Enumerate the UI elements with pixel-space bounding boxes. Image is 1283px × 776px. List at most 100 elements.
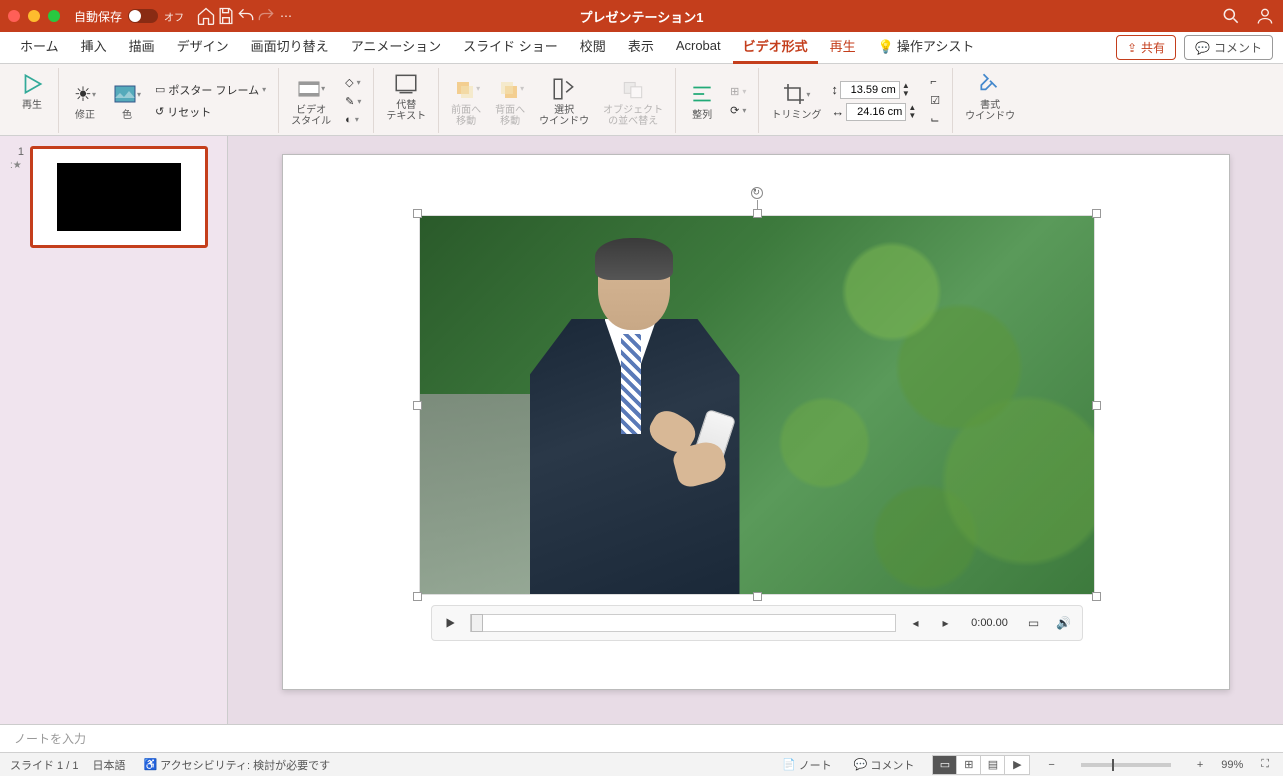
tab-animations[interactable]: アニメーション (341, 32, 451, 64)
crop-button[interactable]: トリミング (767, 78, 825, 123)
reorder-objects-button: オブジェクト の並べ替え (599, 73, 667, 129)
player-play-button[interactable] (440, 613, 460, 633)
zoom-slider[interactable] (1081, 763, 1171, 767)
group-button: ⊞ (726, 83, 750, 100)
rotate-handle[interactable] (751, 187, 763, 199)
tab-playback[interactable]: 再生 (820, 32, 866, 64)
maximize-window-button[interactable] (48, 10, 60, 22)
reset-button[interactable]: ↺リセット (151, 102, 270, 122)
resize-handle-sw[interactable] (413, 592, 422, 601)
slide-thumbnails-panel[interactable]: 1 :★ (0, 136, 228, 724)
more-icon[interactable]: ⋯ (276, 6, 296, 26)
language-indicator[interactable]: 日本語 (92, 757, 125, 773)
accessibility-checker[interactable]: ♿アクセシビリティ: 検討が必要です (139, 755, 334, 775)
zoom-in-button[interactable]: + (1193, 757, 1207, 773)
play-button[interactable]: 再生 (14, 68, 50, 113)
rotate-icon: ⟳ (730, 104, 739, 117)
resize-handle-nw[interactable] (413, 209, 422, 218)
video-shape-button[interactable]: ◇ (341, 74, 365, 91)
bring-forward-icon (452, 75, 480, 103)
zoom-out-button[interactable]: − (1044, 757, 1058, 773)
resize-handle-w[interactable] (413, 401, 422, 410)
poster-frame-button[interactable]: ▭ポスター フレーム (151, 80, 270, 100)
normal-view-button[interactable]: ▭ (933, 756, 957, 774)
video-player-controls: ◂ ▸ 0:00.00 ▭ 🔊 (431, 605, 1083, 641)
slide[interactable]: ◂ ▸ 0:00.00 ▭ 🔊 (282, 154, 1230, 690)
resize-handle-s[interactable] (753, 592, 762, 601)
format-pane-button[interactable]: 書式 ウインドウ (961, 68, 1019, 124)
tab-review[interactable]: 校閲 (570, 32, 616, 64)
tab-transitions[interactable]: 画面切り替え (241, 32, 339, 64)
send-backward-icon (496, 75, 524, 103)
height-icon: ↕ (831, 82, 838, 97)
ribbon-tabs: ホーム 挿入 描画 デザイン 画面切り替え アニメーション スライド ショー 校… (0, 32, 1283, 64)
tab-insert[interactable]: 挿入 (71, 32, 117, 64)
slide-counter: スライド 1 / 1 (10, 757, 78, 773)
width-input[interactable] (846, 103, 906, 121)
height-input[interactable] (840, 81, 900, 99)
video-object[interactable] (419, 215, 1095, 595)
home-icon[interactable] (196, 6, 216, 26)
crop-icon (782, 80, 810, 108)
accessibility-icon: ♿ (143, 758, 157, 771)
undo-icon[interactable] (236, 6, 256, 26)
player-thumb[interactable] (471, 614, 483, 632)
player-step-fwd-button[interactable]: ▸ (936, 613, 956, 633)
tab-tell-me[interactable]: 操作アシスト (868, 32, 985, 64)
resize-handle-se[interactable] (1092, 592, 1101, 601)
search-icon[interactable] (1221, 6, 1241, 26)
rotate-button[interactable]: ⟳ (726, 102, 750, 119)
notes-toggle[interactable]: 📄ノート (778, 755, 836, 775)
save-icon[interactable] (216, 6, 236, 26)
tab-slideshow[interactable]: スライド ショー (453, 32, 568, 64)
reading-view-button[interactable]: ▤ (981, 756, 1005, 774)
frame-icon: ▭ (155, 83, 165, 96)
reorder-icon (619, 75, 647, 103)
autosave-toggle[interactable]: 自動保存 オフ (74, 8, 184, 25)
player-track[interactable] (470, 614, 896, 632)
notes-pane[interactable]: ノートを入力 (0, 724, 1283, 752)
document-title: プレゼンテーション1 (580, 7, 704, 26)
tab-draw[interactable]: 描画 (119, 32, 165, 64)
sorter-view-button[interactable]: ⊞ (957, 756, 981, 774)
lock-aspect-check[interactable]: ☑ (926, 92, 944, 109)
width-stepper[interactable]: ▲▼ (908, 104, 916, 118)
height-stepper[interactable]: ▲▼ (902, 82, 910, 96)
reset-icon: ↺ (155, 105, 164, 118)
tab-acrobat[interactable]: Acrobat (666, 34, 731, 62)
share-button[interactable]: ⇪共有 (1116, 35, 1176, 60)
alt-text-button[interactable]: 代替 テキスト (382, 68, 430, 124)
color-button[interactable]: 色 (109, 78, 145, 123)
resize-handle-ne[interactable] (1092, 209, 1101, 218)
slide-canvas-area[interactable]: ◂ ▸ 0:00.00 ▭ 🔊 (228, 136, 1283, 724)
lock-aspect-top[interactable]: ⌐ (926, 74, 944, 90)
fit-to-window-button[interactable]: ⛶ (1257, 756, 1273, 773)
video-styles-button[interactable]: ビデオ スタイル (287, 73, 335, 129)
resize-handle-n[interactable] (753, 209, 762, 218)
toggle-switch[interactable] (128, 9, 158, 23)
video-effects-button[interactable]: ◐ (341, 112, 365, 128)
player-captions-button[interactable]: ▭ (1024, 613, 1044, 633)
lock-aspect-bottom[interactable]: ⌙ (926, 111, 944, 128)
selection-pane-button[interactable]: 選択 ウインドウ (535, 73, 593, 129)
align-button[interactable]: 整列 (684, 78, 720, 123)
video-border-button[interactable]: ✎ (341, 93, 365, 110)
autosave-label: 自動保存 (74, 8, 122, 25)
zoom-level[interactable]: 99% (1221, 759, 1243, 771)
tab-design[interactable]: デザイン (167, 32, 239, 64)
comments-toggle[interactable]: 💬コメント (850, 755, 919, 775)
comment-button[interactable]: 💬コメント (1184, 35, 1273, 60)
slideshow-view-button[interactable]: ▶ (1005, 756, 1029, 774)
player-step-back-button[interactable]: ◂ (906, 613, 926, 633)
player-volume-button[interactable]: 🔊 (1054, 613, 1074, 633)
tab-video-format[interactable]: ビデオ形式 (733, 32, 818, 64)
tab-view[interactable]: 表示 (618, 32, 664, 64)
close-window-button[interactable] (8, 10, 20, 22)
resize-handle-e[interactable] (1092, 401, 1101, 410)
corrections-button[interactable]: ☀ 修正 (67, 78, 103, 123)
account-icon[interactable] (1255, 6, 1275, 26)
bring-forward-button: 前面へ 移動 (447, 73, 485, 129)
slide-thumbnail-1[interactable] (30, 146, 208, 248)
minimize-window-button[interactable] (28, 10, 40, 22)
tab-home[interactable]: ホーム (10, 32, 69, 64)
